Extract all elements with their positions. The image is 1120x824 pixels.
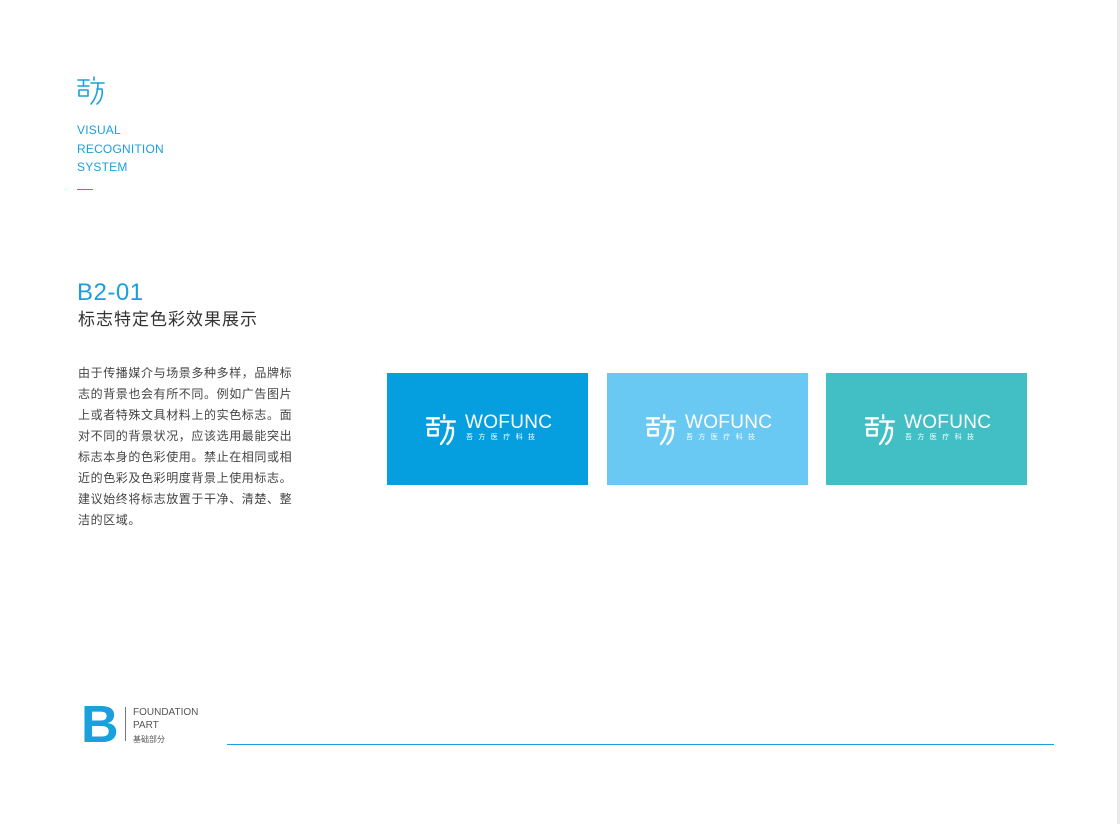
wofunc-symbol-icon bbox=[864, 413, 896, 446]
logo-wordmark: WOFUNC bbox=[465, 412, 553, 433]
footer-rule bbox=[227, 744, 1054, 745]
title-dash bbox=[77, 189, 93, 190]
footer-chinese-label: 基础部分 bbox=[133, 735, 165, 744]
footer-line-2: PART bbox=[133, 720, 159, 731]
wofunc-symbol-icon bbox=[425, 413, 457, 446]
vis-line-2: RECOGNITION bbox=[77, 141, 164, 156]
wofunc-symbol-icon bbox=[645, 413, 677, 446]
logo-chinese-name: 吾方医疗科技 bbox=[686, 433, 761, 441]
section-code: B2-01 bbox=[77, 279, 144, 306]
wofunc-symbol-icon bbox=[77, 76, 105, 105]
color-swatch-teal: WOFUNC 吾方医疗科技 bbox=[826, 373, 1027, 485]
color-swatch-blue: WOFUNC 吾方医疗科技 bbox=[387, 373, 588, 485]
footer-english-label: FOUNDATION PART bbox=[133, 706, 198, 732]
logo-wordmark: WOFUNC bbox=[904, 412, 992, 433]
logo-chinese-name: 吾方医疗科技 bbox=[905, 433, 980, 441]
footer-line-1: FOUNDATION bbox=[133, 707, 199, 718]
footer-section-letter: B bbox=[81, 696, 119, 754]
wofunc-logo: WOFUNC 吾方医疗科技 bbox=[425, 411, 555, 447]
section-title: 标志特定色彩效果展示 bbox=[78, 310, 258, 330]
vis-line-3: SYSTEM bbox=[77, 160, 128, 174]
wofunc-logo: WOFUNC 吾方医疗科技 bbox=[864, 411, 994, 447]
vis-line-1: VISUAL bbox=[77, 123, 121, 137]
visual-recognition-system-label: VISUAL RECOGNITION SYSTEM bbox=[77, 121, 164, 177]
logo-wordmark: WOFUNC bbox=[685, 412, 773, 433]
section-description: 由于传播媒介与场景多种多样，品牌标志的背景也会有所不同。例如广告图片上或者特殊文… bbox=[78, 366, 293, 527]
color-swatch-light-blue: WOFUNC 吾方医疗科技 bbox=[607, 373, 808, 485]
logo-chinese-name: 吾方医疗科技 bbox=[466, 433, 541, 441]
wofunc-logo: WOFUNC 吾方医疗科技 bbox=[645, 411, 775, 447]
footer-separator bbox=[125, 707, 126, 741]
